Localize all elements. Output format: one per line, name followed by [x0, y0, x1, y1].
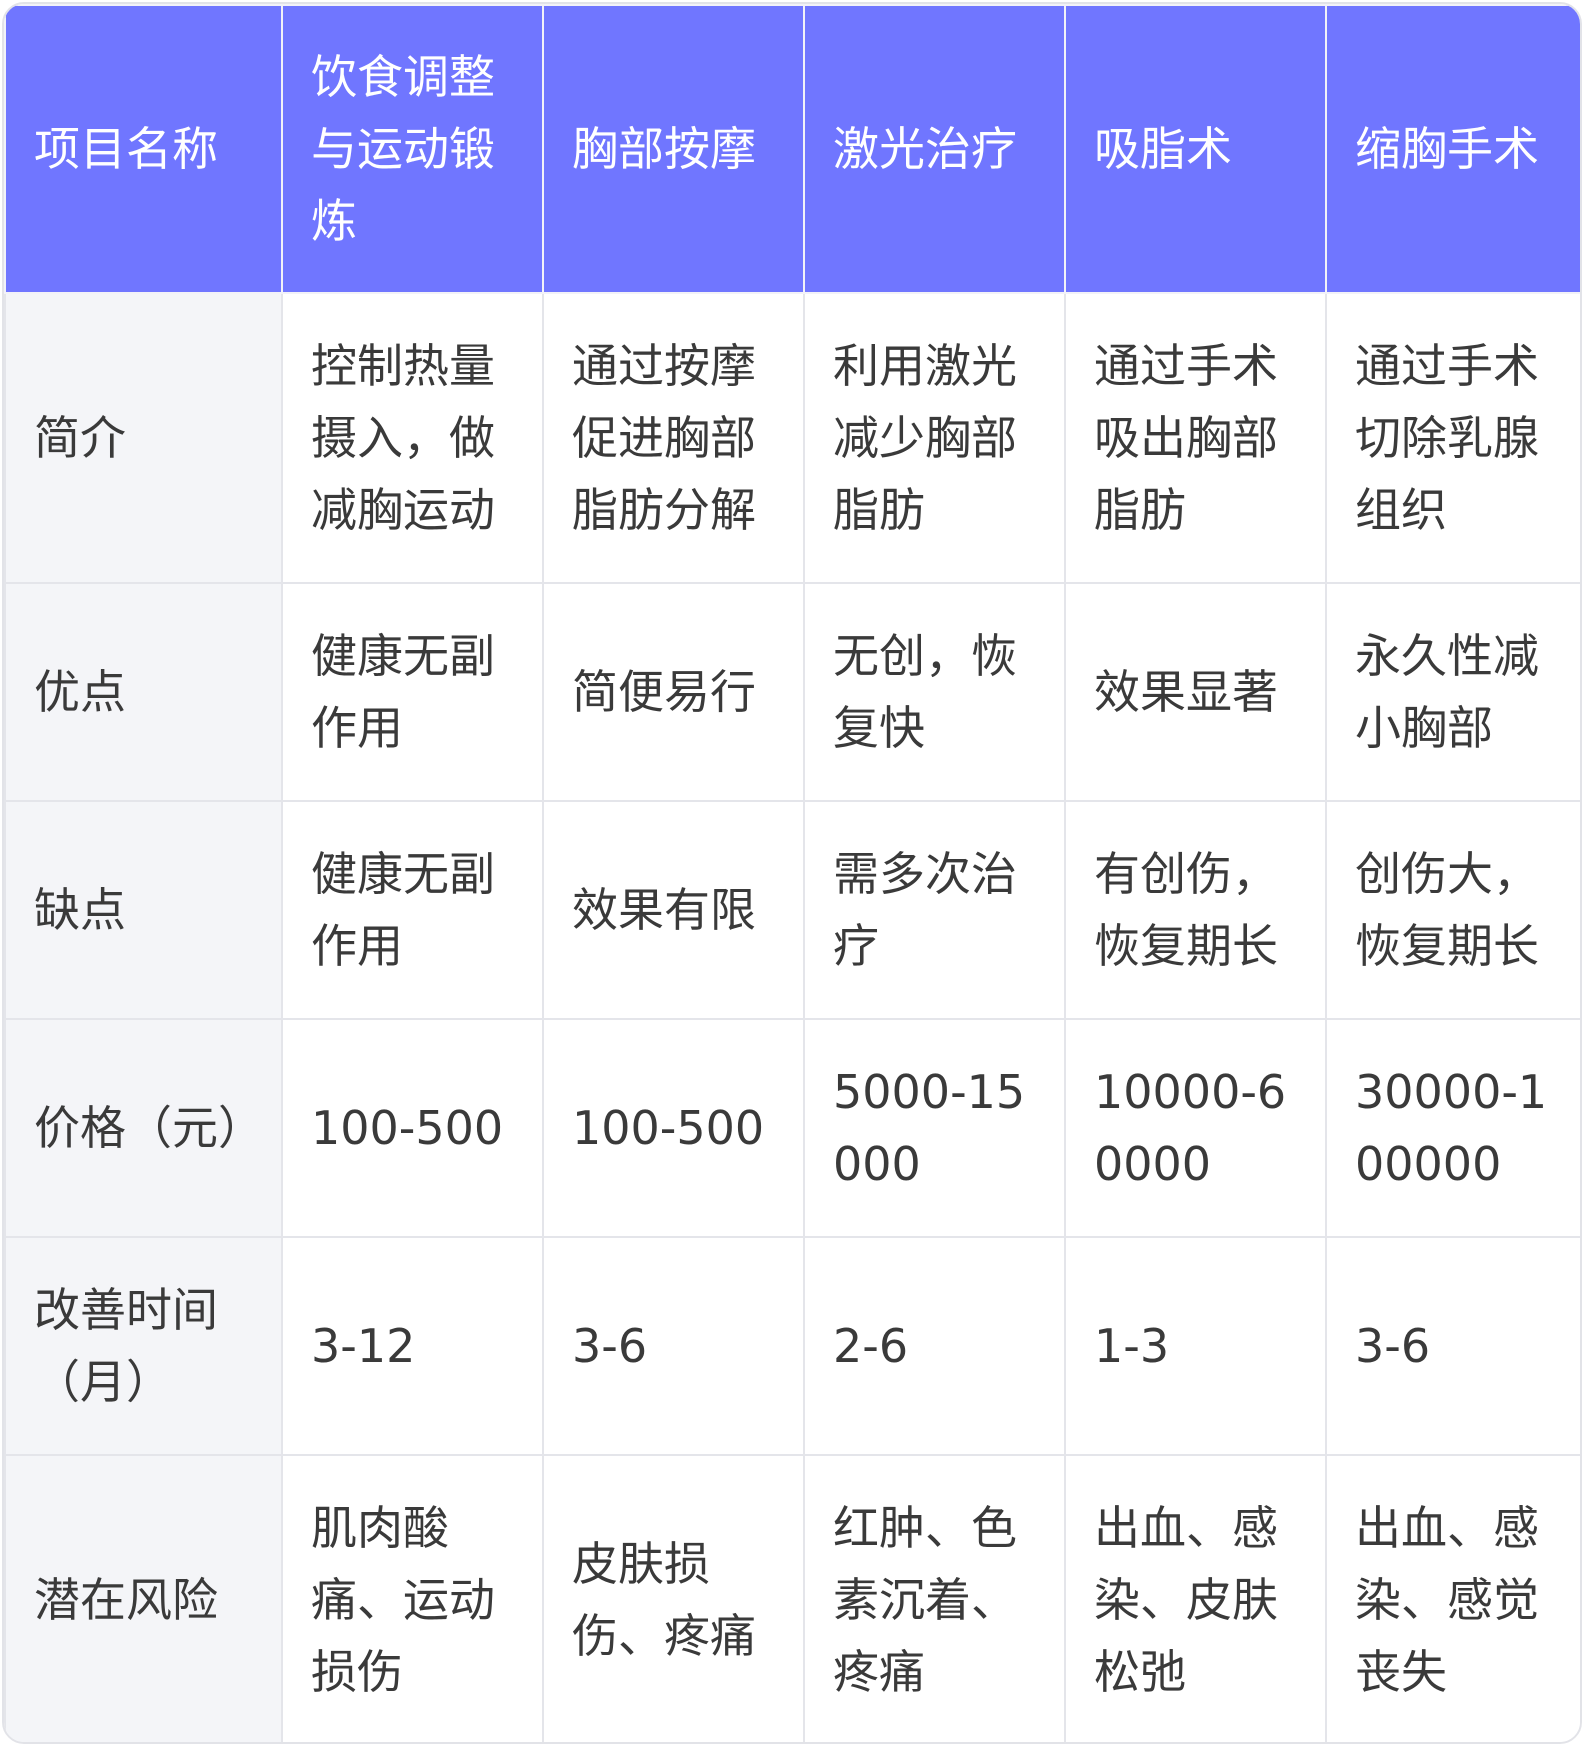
table-cell: 100-500 [281, 1018, 544, 1238]
table-cell: 红肿、色素沉着、疼痛 [803, 1454, 1066, 1742]
row-label-cons: 缺点 [4, 800, 283, 1020]
header-cell-diet-exercise: 饮食调整与运动锻炼 [281, 4, 544, 294]
table-cell: 出血、感染、感觉丧失 [1325, 1454, 1580, 1742]
table-cell: 无创，恢复快 [803, 582, 1066, 802]
table-cell: 3-12 [281, 1236, 544, 1456]
table-cell: 利用激光减少胸部脂肪 [803, 292, 1066, 584]
table-cell: 有创伤，恢复期长 [1064, 800, 1327, 1020]
row-label-risks: 潜在风险 [4, 1454, 283, 1742]
table-cell: 3-6 [542, 1236, 805, 1456]
header-cell-laser: 激光治疗 [803, 4, 1066, 294]
table-cell: 永久性减小胸部 [1325, 582, 1580, 802]
header-cell-liposuction: 吸脂术 [1064, 4, 1327, 294]
table-cell: 需多次治疗 [803, 800, 1066, 1020]
table-cell: 100-500 [542, 1018, 805, 1238]
table-cell: 5000-15000 [803, 1018, 1066, 1238]
header-row: 项目名称 饮食调整与运动锻炼 胸部按摩 激光治疗 吸脂术 缩胸手术 [4, 4, 1580, 294]
table-cell: 创伤大，恢复期长 [1325, 800, 1580, 1020]
row-label-pros: 优点 [4, 582, 283, 802]
table-row: 价格（元） 100-500 100-500 5000-15000 10000-6… [4, 1018, 1580, 1238]
table-cell: 健康无副作用 [281, 582, 544, 802]
table-cell: 健康无副作用 [281, 800, 544, 1020]
table-cell: 肌肉酸痛、运动损伤 [281, 1454, 544, 1742]
table-row: 缺点 健康无副作用 效果有限 需多次治疗 有创伤，恢复期长 创伤大，恢复期长 [4, 800, 1580, 1020]
table-cell: 2-6 [803, 1236, 1066, 1456]
table-row: 优点 健康无副作用 简便易行 无创，恢复快 效果显著 永久性减小胸部 [4, 582, 1580, 802]
row-label-price: 价格（元） [4, 1018, 283, 1238]
table-cell: 30000-100000 [1325, 1018, 1580, 1238]
table-row: 简介 控制热量摄入，做减胸运动 通过按摩促进胸部脂肪分解 利用激光减少胸部脂肪 … [4, 292, 1580, 584]
table-cell: 1-3 [1064, 1236, 1327, 1456]
table-cell: 效果显著 [1064, 582, 1327, 802]
table-row: 改善时间（月） 3-12 3-6 2-6 1-3 3-6 [4, 1236, 1580, 1456]
table-cell: 出血、感染、皮肤松弛 [1064, 1454, 1327, 1742]
table-cell: 3-6 [1325, 1236, 1580, 1456]
table-cell: 皮肤损伤、疼痛 [542, 1454, 805, 1742]
table-row: 潜在风险 肌肉酸痛、运动损伤 皮肤损伤、疼痛 红肿、色素沉着、疼痛 出血、感染、… [4, 1454, 1580, 1742]
header-cell-reduction-surgery: 缩胸手术 [1325, 4, 1580, 294]
table-cell: 通过按摩促进胸部脂肪分解 [542, 292, 805, 584]
table-cell: 简便易行 [542, 582, 805, 802]
table-cell: 10000-60000 [1064, 1018, 1327, 1238]
table-cell: 控制热量摄入，做减胸运动 [281, 292, 544, 584]
row-label-improvement-time: 改善时间（月） [4, 1236, 283, 1456]
header-cell-massage: 胸部按摩 [542, 4, 805, 294]
table-cell: 通过手术吸出胸部脂肪 [1064, 292, 1327, 584]
comparison-table-container: 项目名称 饮食调整与运动锻炼 胸部按摩 激光治疗 吸脂术 缩胸手术 简介 控制热… [2, 2, 1582, 1744]
row-label-intro: 简介 [4, 292, 283, 584]
comparison-table: 项目名称 饮食调整与运动锻炼 胸部按摩 激光治疗 吸脂术 缩胸手术 简介 控制热… [4, 4, 1580, 1742]
table-cell: 效果有限 [542, 800, 805, 1020]
table-cell: 通过手术切除乳腺组织 [1325, 292, 1580, 584]
header-cell-item-name: 项目名称 [4, 4, 283, 294]
